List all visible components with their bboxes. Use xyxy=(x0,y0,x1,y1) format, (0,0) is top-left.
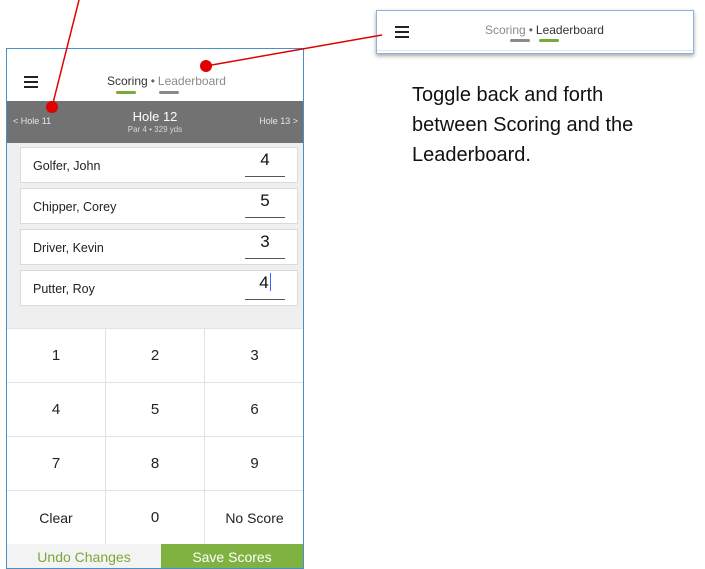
key-8[interactable]: 8 xyxy=(106,437,205,491)
leaderboard-indicator xyxy=(159,91,179,94)
tab-separator: • xyxy=(150,74,155,88)
menu-icon[interactable] xyxy=(395,26,409,38)
player-name: Golfer, John xyxy=(33,159,101,173)
score-input[interactable]: 3 xyxy=(245,232,285,259)
app-header: Scoring • Leaderboard xyxy=(7,49,303,101)
number-keypad: 1 2 3 4 5 6 7 8 9 Clear 0 No Score xyxy=(7,328,303,545)
tab-scoring[interactable]: Scoring xyxy=(485,23,526,37)
text-cursor xyxy=(269,273,271,291)
divider xyxy=(377,50,693,51)
scoring-indicator xyxy=(510,39,530,42)
key-7[interactable]: 7 xyxy=(7,437,106,491)
view-toggle[interactable]: Scoring • Leaderboard xyxy=(107,74,226,88)
hole-navigation: < Hole 11 Hole 12 Par 4 • 329 yds Hole 1… xyxy=(7,101,303,143)
undo-changes-button[interactable]: Undo Changes xyxy=(7,544,161,568)
scoring-active-indicator xyxy=(116,91,136,94)
tab-scoring[interactable]: Scoring xyxy=(107,74,148,88)
key-0[interactable]: 0 xyxy=(106,491,205,545)
save-scores-button[interactable]: Save Scores xyxy=(161,544,303,568)
tab-leaderboard[interactable]: Leaderboard xyxy=(158,74,226,88)
player-name: Putter, Roy xyxy=(33,282,95,296)
key-9[interactable]: 9 xyxy=(205,437,303,491)
score-input[interactable]: 5 xyxy=(245,191,285,218)
score-value: 4 xyxy=(259,273,269,292)
score-input[interactable]: 4 xyxy=(245,150,285,177)
key-2[interactable]: 2 xyxy=(106,329,205,383)
player-row[interactable]: Chipper, Corey 5 xyxy=(20,188,298,224)
hole-details: Par 4 • 329 yds xyxy=(127,125,183,134)
key-5[interactable]: 5 xyxy=(106,383,205,437)
leaderboard-active-indicator xyxy=(539,39,559,42)
instruction-text: Toggle back and forth between Scoring an… xyxy=(412,84,634,166)
tab-leaderboard[interactable]: Leaderboard xyxy=(536,23,604,37)
player-name: Driver, Kevin xyxy=(33,241,104,255)
player-row[interactable]: Putter, Roy 4 xyxy=(20,270,298,306)
key-3[interactable]: 3 xyxy=(205,329,303,383)
player-row[interactable]: Golfer, John 4 xyxy=(20,147,298,183)
clear-key[interactable]: Clear xyxy=(7,491,106,545)
view-toggle[interactable]: Scoring • Leaderboard xyxy=(485,23,604,37)
action-footer: Undo Changes Save Scores xyxy=(7,544,303,568)
tab-separator: • xyxy=(528,23,533,37)
key-6[interactable]: 6 xyxy=(205,383,303,437)
player-list: Golfer, John 4 Chipper, Corey 5 Driver, … xyxy=(7,143,303,328)
score-input-active[interactable]: 4 xyxy=(245,273,285,300)
phone-screen: Scoring • Leaderboard < Hole 11 Hole 12 Pa… xyxy=(6,48,304,569)
player-row[interactable]: Driver, Kevin 3 xyxy=(20,229,298,265)
key-4[interactable]: 4 xyxy=(7,383,106,437)
menu-icon[interactable] xyxy=(24,76,38,88)
player-name: Chipper, Corey xyxy=(33,200,117,214)
next-hole-button[interactable]: Hole 13 > xyxy=(259,116,298,126)
leaderboard-callout: Scoring • Leaderboard xyxy=(376,10,694,54)
no-score-key[interactable]: No Score xyxy=(205,491,303,545)
key-1[interactable]: 1 xyxy=(7,329,106,383)
